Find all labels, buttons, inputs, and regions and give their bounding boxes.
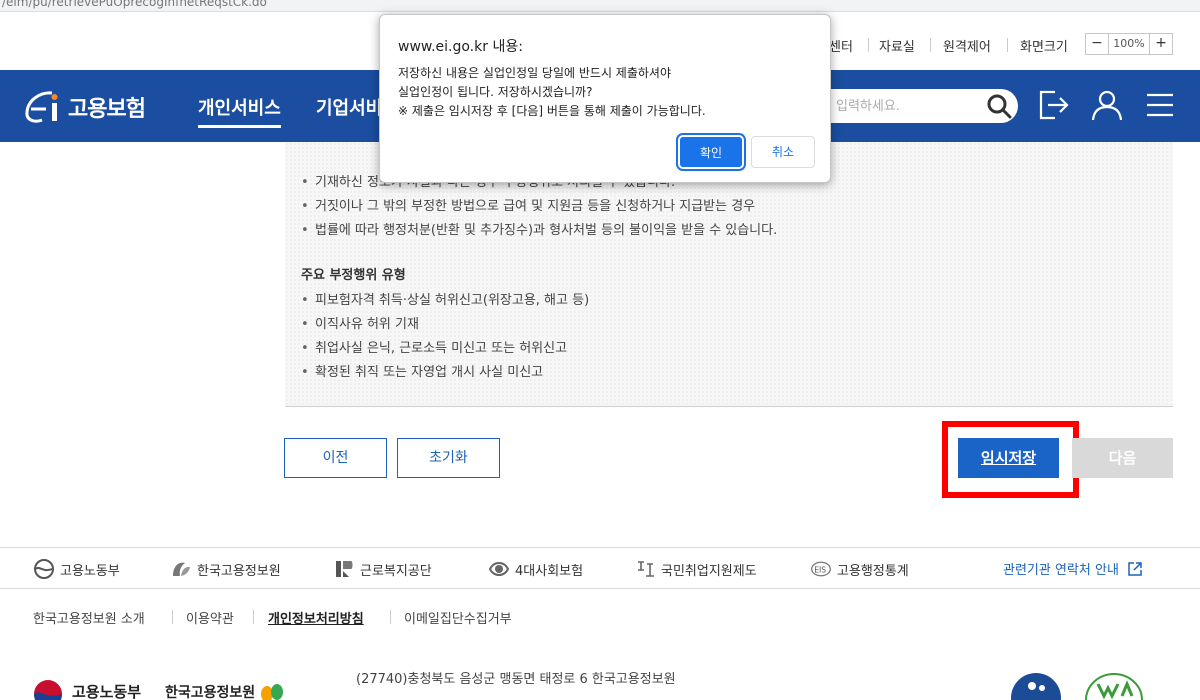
moel-emblem-icon <box>34 680 62 700</box>
dialog-cancel-button[interactable]: 취소 <box>751 136 815 168</box>
org-label: 고용노동부 <box>60 563 120 579</box>
dialog-message: 저장하신 내용은 실업인정일 당일에 반드시 제출하셔야 실업인정이 됩니다. … <box>398 64 706 121</box>
fraud-types-title: 주요 부정행위 유형 <box>301 268 406 283</box>
keis-footer-label: 한국고용정보원 <box>165 685 256 700</box>
dialog-title: www.ei.go.kr 내용: <box>398 39 523 55</box>
util-link-remote[interactable]: 원격제어 <box>943 36 991 55</box>
prev-button[interactable]: 이전 <box>284 438 387 478</box>
util-link-center[interactable]: 센터 <box>829 36 853 55</box>
related-agency-contacts-link[interactable]: 관련기관 연락처 안내 <box>1003 559 1143 578</box>
moel-footer-logo: 고용노동부 <box>32 678 141 700</box>
zoom-control: − 100% + <box>1085 33 1173 55</box>
moel-logo-icon <box>34 559 54 579</box>
next-button: 다음 <box>1072 438 1173 478</box>
nav-personal-service[interactable]: 개인서비스 <box>198 94 281 128</box>
dialog-message-line: 저장하신 내용은 실업인정일 당일에 반드시 제출하셔야 <box>398 66 671 80</box>
footer-link-privacy[interactable]: 개인정보처리방침 <box>268 608 364 627</box>
zoom-in-button[interactable]: + <box>1150 34 1172 54</box>
footer-link-about[interactable]: 한국고용정보원 소개 <box>33 608 145 627</box>
footer-divider <box>253 610 254 624</box>
temp-save-button[interactable]: 임시저장 <box>958 438 1059 478</box>
util-divider <box>868 38 869 52</box>
site-logo[interactable]: 고용보험 <box>22 90 146 124</box>
fraud-type-item: 취업사실 은닉, 근로소득 미신고 또는 허위신고 <box>301 337 589 361</box>
util-divider <box>930 38 931 52</box>
org-link-4insure[interactable]: 4대사회보험 <box>488 557 583 581</box>
dialog-message-line: ※ 제출은 임시저장 후 [다음] 버튼을 통해 제출이 가능합니다. <box>398 104 706 118</box>
keis-color-leaf-icon <box>261 684 284 700</box>
footer-divider <box>390 610 391 624</box>
logout-icon[interactable] <box>1037 88 1071 122</box>
dialog-ok-button[interactable]: 확인 <box>676 133 746 171</box>
web-accessibility-certification-icon <box>1085 673 1143 700</box>
search-icon[interactable] <box>986 93 1012 119</box>
menu-icon[interactable] <box>1143 88 1177 122</box>
browser-url-text: /eim/pu/retrievePuOprecogInfnetReqstCk.d… <box>2 0 267 9</box>
search-box <box>800 89 1018 123</box>
util-link-library[interactable]: 자료실 <box>879 36 915 55</box>
footer-links: 한국고용정보원 소개 이용약관 개인정보처리방침 이메일집단수집거부 <box>0 600 1200 634</box>
keis-footer-logo: 한국고용정보원 <box>165 682 287 700</box>
four-insurance-logo-icon <box>488 562 510 576</box>
org-label: 고용행정통계 <box>837 563 909 579</box>
footer-bottom: 고용노동부 한국고용정보원 (27740)충청북도 음성군 맹동면 태정로 6 … <box>0 650 1200 700</box>
dialog-message-line: 실업인정이 됩니다. 저장하시겠습니까? <box>398 85 593 99</box>
fraud-types-list: 피보험자격 취득·상실 허위신고(위장고용, 해고 등) 이직사유 허위 기재 … <box>301 289 589 385</box>
svg-text:EIS: EIS <box>814 565 826 574</box>
fraud-type-item: 피보험자격 취득·상실 허위신고(위장고용, 해고 등) <box>301 289 589 313</box>
fraud-type-item: 이직사유 허위 기재 <box>301 313 589 337</box>
footer-divider <box>172 610 173 624</box>
footer-link-email-refusal[interactable]: 이메일집단수집거부 <box>404 608 512 627</box>
zoom-level: 100% <box>1108 34 1150 54</box>
reset-button[interactable]: 초기화 <box>397 438 500 478</box>
browser-url-bar[interactable]: /eim/pu/retrievePuOprecogInfnetReqstCk.d… <box>0 0 1200 12</box>
search-input[interactable] <box>836 95 976 117</box>
org-label: 국민취업지원제도 <box>661 563 757 579</box>
related-link-label: 관련기관 연락처 안내 <box>1003 563 1119 578</box>
org-link-comwel[interactable]: 근로복지공단 <box>333 557 432 581</box>
notice-item: 법률에 따라 행정처분(반환 및 추가징수)과 형사처벌 등의 불이익을 받을 … <box>301 219 777 243</box>
footer-org-bar: 고용노동부 한국고용정보원 근로복지공단 4대사회보험 국민취업지원제도 EIS <box>0 547 1200 589</box>
org-link-keis[interactable]: 한국고용정보원 <box>170 557 281 581</box>
ei-logo-icon <box>22 90 64 124</box>
logo-text: 고용보험 <box>68 97 146 122</box>
accessibility-mark-icon <box>1011 673 1061 700</box>
zoom-out-button[interactable]: − <box>1086 34 1108 54</box>
user-icon[interactable] <box>1090 88 1124 122</box>
fraud-type-item: 확정된 취직 또는 자영업 개시 사실 미신고 <box>301 361 589 385</box>
util-screen-size-label: 화면크기 <box>1020 40 1068 55</box>
keis-logo-icon <box>173 562 190 576</box>
org-label: 한국고용정보원 <box>197 563 281 579</box>
org-link-moel[interactable]: 고용노동부 <box>33 557 120 581</box>
moel-footer-label: 고용노동부 <box>72 682 142 700</box>
org-link-stats[interactable]: EIS 고용행정통계 <box>810 557 909 581</box>
notice-item: 거짓이나 그 밖의 부정한 방법으로 급여 및 지원금 등을 신청하거나 지급받… <box>301 195 777 219</box>
util-divider <box>1007 38 1008 52</box>
footer-address: (27740)충청북도 음성군 맹동면 태정로 6 한국고용정보원 <box>356 672 676 687</box>
org-label: 근로복지공단 <box>360 563 432 579</box>
kua-logo-icon <box>638 561 654 577</box>
external-link-icon <box>1128 561 1142 576</box>
org-label: 4대사회보험 <box>515 563 584 579</box>
comwel-logo-icon <box>336 561 353 577</box>
confirm-dialog: www.ei.go.kr 내용: 저장하신 내용은 실업인정일 당일에 반드시 … <box>379 14 831 183</box>
org-link-kua[interactable]: 국민취업지원제도 <box>634 557 757 581</box>
footer-link-terms[interactable]: 이용약관 <box>186 608 234 627</box>
eis-logo-icon: EIS <box>811 561 831 577</box>
